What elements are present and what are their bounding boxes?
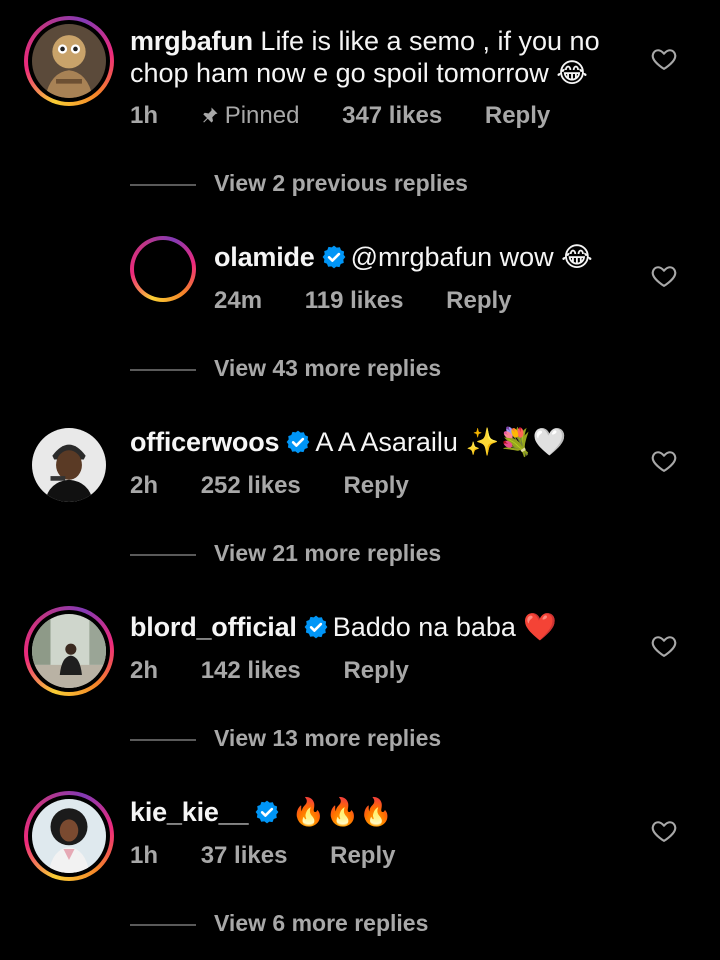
avatar-image — [32, 24, 106, 98]
divider-line — [130, 739, 196, 741]
comment-meta: 1h Pinned 347 likes Reply — [130, 102, 586, 130]
heart-outline-icon[interactable] — [650, 447, 678, 475]
reply-button[interactable]: Reply — [343, 657, 408, 684]
sparkle-bouquet-heart-emoji: ✨💐🤍 — [465, 427, 567, 458]
reply-button[interactable]: Reply — [343, 472, 408, 499]
heart-outline-icon[interactable] — [650, 45, 678, 73]
like-count[interactable]: 347 likes — [342, 102, 442, 129]
pin-icon — [202, 107, 218, 123]
view-replies-link[interactable]: View 21 more replies — [214, 540, 441, 567]
avatar-image — [32, 799, 106, 873]
reply-button[interactable]: Reply — [330, 842, 395, 869]
avatar-mrgbafun[interactable] — [24, 16, 114, 106]
comment-time: 1h — [130, 842, 159, 869]
comment-body-cont: chop ham now e go spoil tomorrow — [130, 58, 549, 88]
divider-line — [130, 924, 196, 926]
divider-line — [130, 369, 196, 371]
comment-meta: 2h 252 likes Reply — [130, 472, 445, 500]
comment-meta: 1h 37 likes Reply — [130, 842, 431, 870]
comment-meta: 24m 119 likes Reply — [214, 287, 548, 315]
view-replies-row[interactable]: View 21 more replies — [130, 540, 530, 570]
like-count[interactable]: 119 likes — [305, 287, 404, 314]
like-count[interactable]: 37 likes — [201, 842, 288, 869]
avatar-olamide[interactable] — [130, 236, 196, 302]
comment-time: 2h — [130, 472, 159, 499]
comment-body: Baddo na baba — [332, 612, 516, 642]
avatar-image — [32, 614, 106, 688]
comment-text: officerwoos A A Asarailu ✨💐🤍 — [130, 426, 650, 459]
pinned-label: Pinned — [201, 102, 299, 129]
view-replies-row[interactable]: View 6 more replies — [130, 910, 530, 940]
comment-text: blord_official Baddo na baba ❤️ — [130, 611, 650, 644]
avatar-blord-official[interactable] — [24, 606, 114, 696]
comment-text: mrgbafun Life is like a semo , if you no… — [130, 25, 650, 90]
comment-meta: 2h 142 likes Reply — [130, 657, 445, 685]
comment-username[interactable]: kie_kie__ — [130, 797, 249, 827]
comment-body: @mrgbafun wow — [350, 242, 554, 272]
view-replies-link[interactable]: View 2 previous replies — [214, 170, 468, 197]
verified-badge-icon — [303, 614, 329, 640]
comment-body: Life is like a semo , if you no — [260, 26, 600, 56]
reply-button[interactable]: Reply — [446, 287, 511, 314]
view-replies-row[interactable]: View 2 previous replies — [130, 170, 530, 200]
avatar-image — [32, 428, 106, 502]
avatar-officerwoos[interactable] — [32, 428, 106, 502]
red-heart-emoji: ❤️ — [523, 612, 558, 643]
comment-body: A A Asarailu — [315, 427, 458, 457]
comment-text: olamide @mrgbafun wow 😂 — [214, 241, 654, 274]
comment-username[interactable]: olamide — [214, 242, 315, 272]
heart-outline-icon[interactable] — [650, 262, 678, 290]
reply-button[interactable]: Reply — [485, 102, 550, 129]
laughing-emoji: 😂 — [561, 242, 593, 273]
view-replies-link[interactable]: View 43 more replies — [214, 355, 441, 382]
laughing-emoji: 😂 — [556, 58, 588, 89]
verified-badge-icon — [285, 429, 311, 455]
heart-outline-icon[interactable] — [650, 817, 678, 845]
avatar-kie-kie[interactable] — [24, 791, 114, 881]
comment-username[interactable]: mrgbafun — [130, 26, 253, 56]
heart-outline-icon[interactable] — [650, 632, 678, 660]
avatar-image — [137, 243, 189, 295]
like-count[interactable]: 142 likes — [201, 657, 301, 684]
like-count[interactable]: 252 likes — [201, 472, 301, 499]
verified-badge-icon — [321, 244, 347, 270]
comment-username[interactable]: officerwoos — [130, 427, 280, 457]
comment-username[interactable]: blord_official — [130, 612, 297, 642]
comment-text: kie_kie__ 🔥🔥🔥 — [130, 796, 650, 829]
verified-badge-icon — [254, 799, 280, 825]
comment-time: 1h — [130, 102, 159, 129]
view-replies-link[interactable]: View 6 more replies — [214, 910, 428, 937]
divider-line — [130, 554, 196, 556]
divider-line — [130, 184, 196, 186]
view-replies-row[interactable]: View 43 more replies — [130, 355, 530, 385]
view-replies-link[interactable]: View 13 more replies — [214, 725, 441, 752]
comment-time: 2h — [130, 657, 159, 684]
comment-time: 24m — [214, 287, 263, 314]
fire-emoji: 🔥🔥🔥 — [291, 797, 393, 828]
view-replies-row[interactable]: View 13 more replies — [130, 725, 530, 755]
